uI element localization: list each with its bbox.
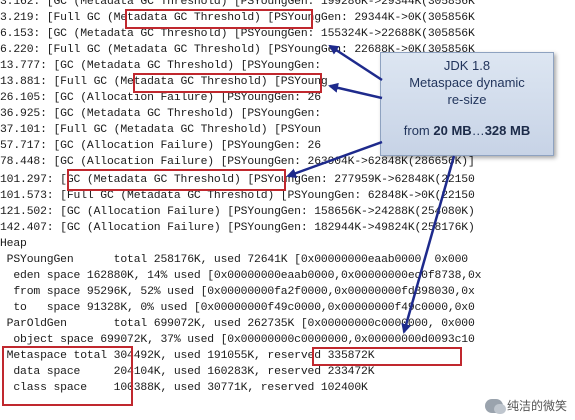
arrow-to-threshold-3 xyxy=(286,140,383,178)
arrow-to-threshold-2 xyxy=(328,82,383,100)
watermark-text: 纯洁的微笑 xyxy=(506,399,567,413)
wechat-icon xyxy=(484,398,506,414)
arrow-to-reserved xyxy=(401,155,456,334)
annotation-arrows xyxy=(286,44,456,334)
watermark: 纯洁的微笑 xyxy=(484,397,567,414)
arrow-to-threshold-1 xyxy=(328,44,383,82)
